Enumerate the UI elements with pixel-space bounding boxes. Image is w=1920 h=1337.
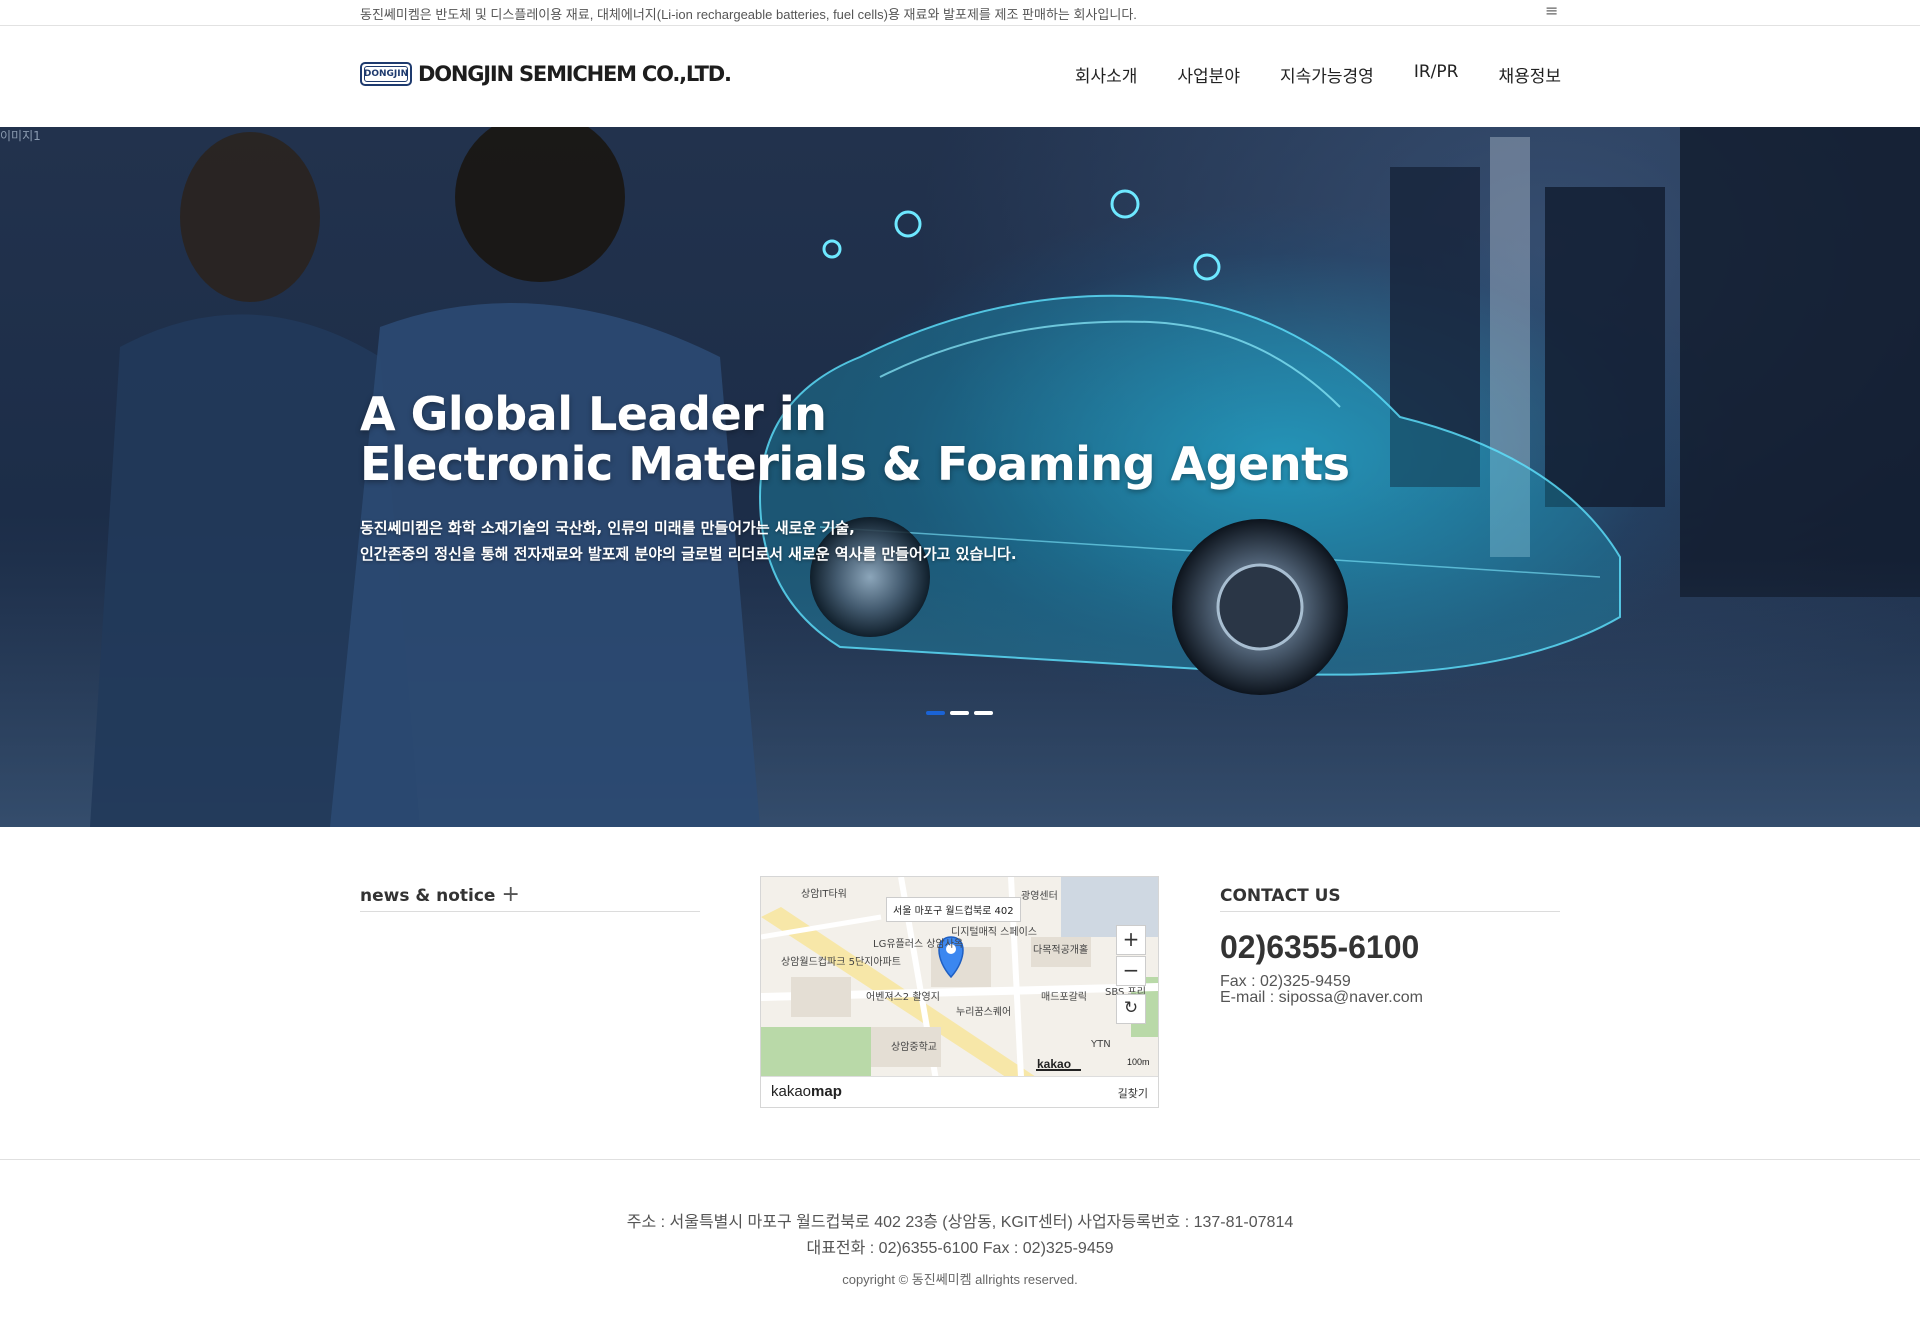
- hero-title-line-2: Electronic Materials & Foaming Agents: [360, 437, 1350, 491]
- map-label: LG유플러스 상암사옥: [873, 939, 964, 950]
- footer-address: 주소 : 서울특별시 마포구 월드컵북로 402 23층 (상암동, KGIT센…: [626, 1214, 1294, 1231]
- news-section: news & notice +: [360, 884, 700, 912]
- map-label: 디지털매직 스페이스: [951, 927, 1037, 938]
- map-label: 상암중학교: [891, 1042, 937, 1053]
- company-logo[interactable]: DONGJIN DONGJIN SEMICHEM CO.,LTD.: [360, 62, 732, 86]
- map-scale-label: 100m: [1127, 1057, 1150, 1067]
- hero-subtitle-line-2: 인간존중의 정신을 통해 전자재료와 발포제 분야의 글로벌 리더로서 새로운 …: [360, 545, 1017, 563]
- contact-phone: 02)6355-6100: [1220, 929, 1420, 965]
- main-nav: 회사소개 사업분야 지속가능경영 IR/PR 채용정보: [1035, 62, 1561, 87]
- footer-tel: 대표전화 : 02)6355-6100 Fax : 02)325-9459: [806, 1240, 1114, 1257]
- reset-icon[interactable]: ↻: [1116, 994, 1146, 1024]
- news-heading: news & notice +: [360, 884, 700, 912]
- map-small-brand: kakao: [1037, 1057, 1072, 1071]
- zoom-in-button[interactable]: +: [1116, 925, 1146, 955]
- company-intro-text: 동진쎄미켐은 반도체 및 디스플레이용 재료, 대체에너지(Li-ion rec…: [360, 7, 1137, 22]
- map-footer: kakaomap 길찾기: [761, 1076, 1158, 1107]
- slide-dot-2[interactable]: [950, 711, 969, 715]
- location-map[interactable]: 서울 마포구 월드컵북로 402 상암IT타워 LG유플러스 상암사옥 디지털매…: [760, 876, 1159, 1108]
- map-address-label: 서울 마포구 월드컵북로 402: [886, 897, 1021, 922]
- menu-icon[interactable]: ≡: [1545, 1, 1558, 21]
- map-label: 다목적공개홀: [1033, 945, 1089, 956]
- slide-dot-1[interactable]: [926, 711, 945, 715]
- top-info-bar: 동진쎄미켐은 반도체 및 디스플레이용 재료, 대체에너지(Li-ion rec…: [0, 0, 1920, 26]
- logo-text: DONGJIN SEMICHEM CO.,LTD.: [418, 62, 732, 86]
- nav-business[interactable]: 사업분야: [1177, 62, 1240, 87]
- contact-heading: CONTACT US: [1220, 886, 1560, 912]
- map-label: 매드포갈릭: [1041, 992, 1087, 1003]
- hero-subtitle: 동진쎄미켐은 화학 소재기술의 국산화, 인류의 미래를 만들어가는 새로운 기…: [360, 515, 1017, 567]
- plus-icon[interactable]: +: [501, 882, 519, 907]
- contact-section: CONTACT US 02)6355-6100 Fax : 02)325-945…: [1220, 886, 1560, 1006]
- route-link[interactable]: 길찾기: [1118, 1085, 1148, 1101]
- contact-fax: Fax : 02)325-9459: [1220, 973, 1351, 990]
- hero-banner: 이미지1 A Global Leader in Electronic Mater…: [0, 127, 1920, 827]
- footer-copyright: copyright © 동진쎄미켐 allrights reserved.: [842, 1272, 1078, 1287]
- nav-ir-pr[interactable]: IR/PR: [1414, 62, 1459, 87]
- map-label: 어벤져스2 촬영지: [866, 992, 940, 1003]
- kakaomap-logo[interactable]: kakaomap: [771, 1083, 842, 1100]
- map-label: 광영센터: [1021, 891, 1058, 902]
- nav-sustainability[interactable]: 지속가능경영: [1280, 62, 1374, 87]
- map-label: 상암IT타워: [801, 889, 847, 900]
- logo-badge: DONGJIN: [360, 62, 412, 86]
- site-header: DONGJIN DONGJIN SEMICHEM CO.,LTD. 회사소개 사…: [0, 26, 1920, 127]
- kakaomap-logo-light: kakao: [771, 1083, 812, 1100]
- map-label: YTN: [1091, 1039, 1111, 1050]
- contact-email: E-mail : sipossa@naver.com: [1220, 989, 1423, 1006]
- map-label: 상암월드컵파크 5단지아파트: [781, 957, 901, 968]
- slide-dot-3[interactable]: [974, 711, 993, 715]
- hero-title: A Global Leader in Electronic Materials …: [360, 387, 1350, 491]
- slide-indicators: [926, 711, 998, 715]
- kakaomap-logo-bold: map: [811, 1083, 842, 1100]
- nav-company[interactable]: 회사소개: [1075, 62, 1138, 87]
- zoom-out-button[interactable]: −: [1116, 956, 1146, 986]
- hero-title-line-1: A Global Leader in: [360, 387, 827, 441]
- hero-subtitle-line-1: 동진쎄미켐은 화학 소재기술의 국산화, 인류의 미래를 만들어가는 새로운 기…: [360, 519, 855, 537]
- news-heading-label: news & notice: [360, 886, 496, 906]
- site-footer: 주소 : 서울특별시 마포구 월드컵북로 402 23층 (상암동, KGIT센…: [0, 1159, 1920, 1337]
- map-label: 누리꿈스퀘어: [956, 1007, 1012, 1018]
- nav-careers[interactable]: 채용정보: [1498, 62, 1561, 87]
- hero-image-alt: 이미지1: [0, 129, 41, 143]
